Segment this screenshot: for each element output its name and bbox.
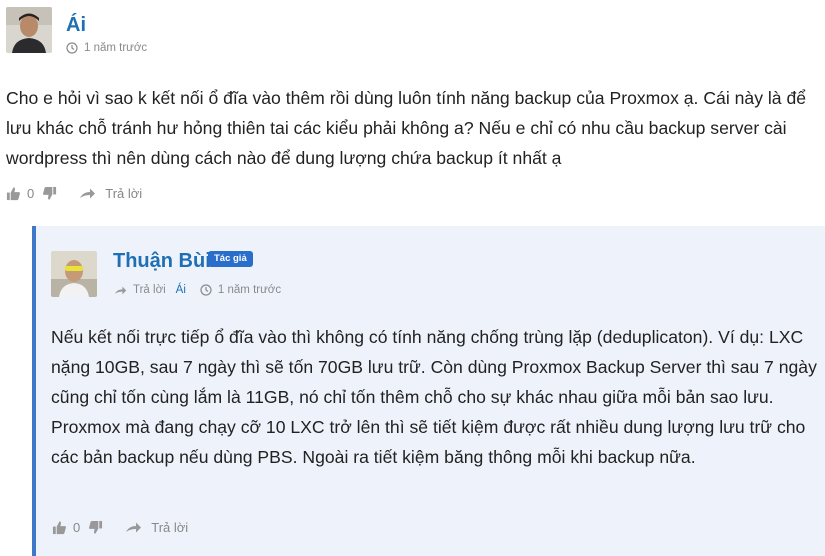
author-name[interactable]: Ái (66, 14, 86, 37)
reply-arrow-icon[interactable] (79, 187, 96, 200)
reply-arrow-icon (114, 285, 127, 296)
reply-to-label: Trả lời (133, 284, 166, 296)
reply-button[interactable]: Trả lời (105, 186, 142, 201)
comment-actions: 0 Trả lời (6, 186, 142, 201)
reply-arrow-icon[interactable] (125, 521, 142, 534)
reply-to-user-link[interactable]: Ái (176, 284, 186, 296)
avatar[interactable] (51, 251, 97, 297)
reply-button[interactable]: Trả lời (151, 520, 188, 535)
thumbs-down-icon[interactable] (88, 520, 103, 535)
clock-icon (66, 42, 78, 54)
clock-icon (200, 284, 212, 296)
thumbs-up-icon[interactable] (52, 520, 67, 535)
avatar[interactable] (6, 7, 52, 53)
comment-text: Cho e hỏi vì sao k kết nối ổ đĩa vào thê… (6, 88, 807, 168)
reply-time: 1 năm trước (217, 284, 282, 296)
reply-meta: Trả lời Ái 1 năm trước (114, 284, 281, 296)
like-count: 0 (27, 186, 35, 201)
comment-meta: 1 năm trước (66, 42, 147, 54)
reply-text: Nếu kết nối trực tiếp ổ đĩa vào thì khôn… (51, 327, 817, 467)
like-count: 0 (73, 520, 81, 535)
thumbs-down-icon[interactable] (42, 186, 57, 201)
reply-comment: Thuận Bùi Tác giả Trả lời Ái 1 năm trước… (32, 226, 825, 556)
author-name[interactable]: Thuận Bùi (113, 250, 211, 273)
comment-time: 1 năm trước (84, 42, 148, 54)
thumbs-up-icon[interactable] (6, 186, 21, 201)
reply-actions: 0 Trả lời (52, 520, 188, 535)
author-badge: Tác giả (208, 251, 253, 267)
